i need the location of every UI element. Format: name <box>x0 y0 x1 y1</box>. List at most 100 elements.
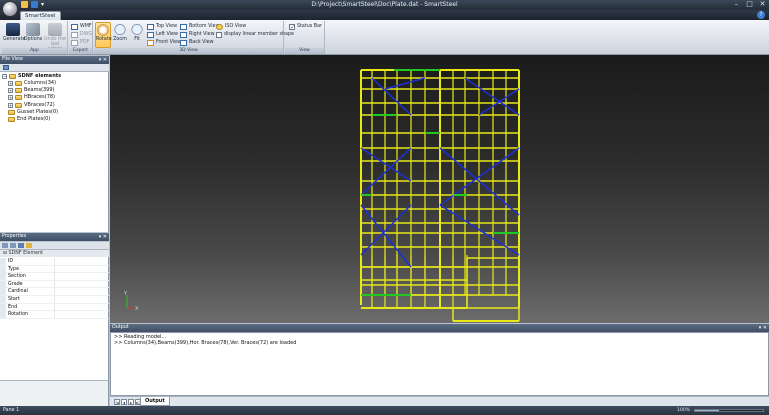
property-value[interactable] <box>54 258 109 265</box>
options-button[interactable]: Options <box>23 22 43 48</box>
property-row[interactable]: ID <box>0 258 109 266</box>
group-label-export: Export <box>69 48 92 54</box>
expand-icon[interactable]: + <box>8 95 13 101</box>
tree-item[interactable]: + Beams(399) <box>8 87 55 94</box>
property-row[interactable]: End <box>0 303 109 312</box>
property-value[interactable] <box>54 296 109 303</box>
first-tab-icon[interactable]: |◂ <box>114 399 120 405</box>
next-tab-icon[interactable]: ▸ <box>128 399 134 405</box>
rotate-button[interactable]: Rotate <box>95 22 112 48</box>
tree-item[interactable]: Gusset Plates(0) <box>8 109 58 116</box>
help-icon[interactable]: ? <box>757 11 765 19</box>
checkbox-checked-icon <box>289 24 295 30</box>
tree-item[interactable]: + HBraces(78) <box>8 94 55 101</box>
bottom-view-icon <box>180 24 187 30</box>
iso-view-icon <box>216 24 223 30</box>
iso-view-button[interactable]: ISO View <box>216 23 246 31</box>
left-view-button[interactable]: Left View <box>147 31 178 39</box>
property-category: ⊟ SDNF Element <box>0 250 109 257</box>
tree-item-label: Gusset Plates(0) <box>17 108 59 115</box>
brace <box>464 77 520 116</box>
property-row[interactable]: Start <box>0 296 109 304</box>
brace <box>360 204 412 268</box>
bottom-view-button[interactable]: Bottom View <box>180 23 220 31</box>
pin-icon[interactable]: ▾ ✕ <box>99 56 107 64</box>
tree-options-icon[interactable] <box>3 65 9 70</box>
zoom-slider[interactable] <box>694 409 764 412</box>
property-row[interactable]: Cardinal <box>0 288 109 296</box>
file-view-tree: − SDNF elements + Columns(34) + Beams(399) +… <box>0 72 109 232</box>
property-name: End <box>8 304 18 310</box>
output-header: Output ▾ ✕ <box>110 324 769 332</box>
expand-icon[interactable]: + <box>8 102 13 108</box>
group-label-3d-view: 3D View <box>94 48 283 54</box>
collapse-icon[interactable]: − <box>2 74 7 79</box>
generate-button[interactable]: Generate <box>3 22 25 48</box>
tree-item[interactable]: + Columns(34) <box>8 80 56 87</box>
file-view-toolbar <box>0 64 109 72</box>
property-row[interactable]: Grade <box>0 280 109 289</box>
right-view-button[interactable]: Right View <box>180 31 215 39</box>
display-linear-checkbox[interactable]: display linear member shape <box>216 31 294 39</box>
properties-header: Properties ▾ ✕ <box>0 233 109 241</box>
output-log[interactable]: >> Reading model... >> Columns(34),Beams… <box>110 332 769 396</box>
tree-item-label: Beams(399) <box>24 87 55 94</box>
file-view-header: File View ▾ ✕ <box>0 56 109 64</box>
group-3d-view: Rotate Zoom Fit Top View Left View Front… <box>94 21 294 54</box>
property-value[interactable] <box>54 273 109 281</box>
3d-viewport[interactable]: Y X <box>110 55 769 323</box>
categorized-icon[interactable] <box>2 243 8 248</box>
property-value[interactable] <box>54 280 109 288</box>
property-row[interactable]: Type <box>0 265 109 274</box>
fit-button[interactable]: Fit <box>129 22 145 48</box>
group-view: Status Bar View <box>285 21 325 54</box>
property-value[interactable] <box>54 265 109 273</box>
tree-item-label: HBraces(78) <box>24 94 56 101</box>
tab-output[interactable]: Output <box>140 397 170 406</box>
back-view-button[interactable]: Back View <box>180 39 214 47</box>
tree-item[interactable]: + VBraces(72) <box>8 102 55 109</box>
dwg-button[interactable]: DWG <box>71 31 92 39</box>
status-bar: Pane 1 100% <box>0 406 769 415</box>
ribbon-tab-strip: SmartSteel ? <box>0 10 769 20</box>
brace <box>384 77 426 90</box>
left-view-icon <box>147 32 154 38</box>
tree-item-label: Columns(34) <box>24 80 57 86</box>
property-name: Rotation <box>8 312 29 318</box>
pin-icon[interactable]: ▾ ✕ <box>99 233 107 241</box>
tree-item[interactable]: End Plates(0) <box>8 116 50 123</box>
properties-toolbar <box>0 242 109 250</box>
zoom-button[interactable]: Zoom <box>112 22 128 48</box>
maximize-icon[interactable]: □ <box>745 0 754 9</box>
alphabetical-icon[interactable] <box>10 243 16 248</box>
app-menu-button[interactable] <box>2 1 18 17</box>
dwg-icon <box>71 32 78 38</box>
property-pages-icon[interactable] <box>18 243 24 248</box>
expand-icon[interactable]: + <box>8 81 13 86</box>
pdf-button[interactable]: PDF <box>71 39 89 47</box>
pin-icon[interactable]: ▾ ✕ <box>759 324 767 332</box>
prev-tab-icon[interactable]: ◂ <box>121 399 127 405</box>
tree-root[interactable]: − SDNF elements <box>2 73 61 80</box>
tab-smartsteel[interactable]: SmartSteel <box>20 11 61 20</box>
front-view-button[interactable]: Front View <box>147 39 181 47</box>
close-icon[interactable]: ✕ <box>758 0 767 9</box>
property-value[interactable] <box>54 288 109 296</box>
wmf-icon <box>71 24 78 30</box>
folder-icon <box>15 95 22 101</box>
property-value[interactable] <box>54 311 109 319</box>
axis-triad: Y X <box>123 291 139 312</box>
minimize-icon[interactable]: – <box>732 0 741 9</box>
property-row[interactable]: Rotation <box>0 311 109 319</box>
expand-icon[interactable]: + <box>8 88 13 94</box>
edit-icon[interactable] <box>26 243 32 248</box>
checkbox-icon <box>216 32 222 38</box>
property-name: Cardinal <box>8 289 28 295</box>
status-bar-checkbox[interactable]: Status Bar <box>289 23 322 31</box>
undo-button[interactable]: Undo the last action <box>43 22 67 52</box>
property-row[interactable]: Section <box>0 273 109 281</box>
property-value[interactable] <box>54 303 109 311</box>
property-description <box>0 380 109 406</box>
wmf-button[interactable]: WMF <box>71 23 92 31</box>
top-view-button[interactable]: Top View <box>147 23 177 31</box>
